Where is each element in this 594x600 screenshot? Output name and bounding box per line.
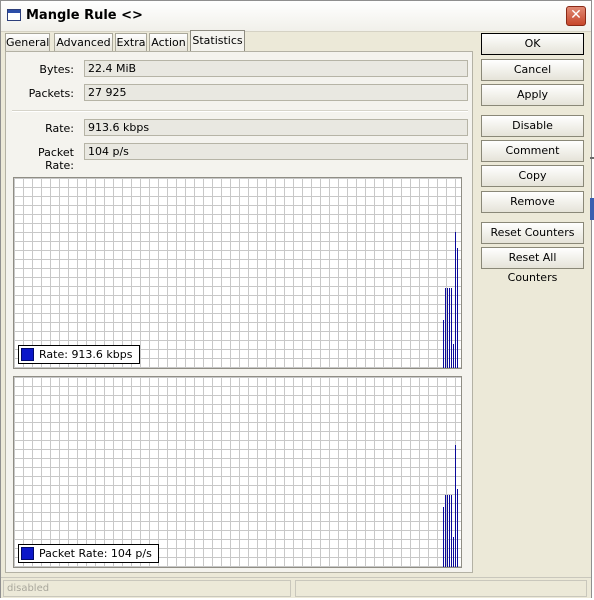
bytes-field: 22.4 MiB [84, 60, 468, 77]
tab-extra[interactable]: Extra [115, 33, 147, 51]
packet-rate-bar [443, 507, 444, 567]
status-info [295, 580, 587, 597]
background-fragment [590, 198, 594, 220]
close-icon: ✕ [570, 7, 582, 23]
rate-legend-swatch [21, 348, 34, 361]
status-bar: disabled [1, 577, 591, 598]
packet-rate-graph: Packet Rate: 104 p/s [13, 376, 462, 568]
window-title: Mangle Rule <> [26, 8, 143, 23]
packets-field: 27 925 [84, 84, 468, 101]
apply-button[interactable]: Apply [481, 84, 584, 106]
packet-rate-legend-value: 104 p/s [110, 547, 152, 560]
packet-rate-bar [457, 489, 458, 567]
rate-bar [453, 344, 454, 368]
packets-label: Packets: [28, 87, 74, 100]
rate-bar [445, 288, 446, 368]
mangle-rule-window: Mangle Rule <> ✕ General Advanced Extra … [0, 0, 592, 598]
bytes-label: Bytes: [39, 63, 74, 76]
rate-graph: Rate: 913.6 kbps [13, 177, 462, 369]
rate-bar [449, 288, 450, 368]
rate-field: 913.6 kbps [84, 119, 468, 136]
rate-legend: Rate: 913.6 kbps [18, 345, 140, 364]
title-bar[interactable]: Mangle Rule <> ✕ [1, 1, 591, 32]
tab-statistics[interactable]: Statistics [190, 30, 245, 52]
rate-bar [447, 288, 448, 368]
rate-bar [457, 248, 458, 368]
packet-rate-bar [447, 495, 448, 567]
reset-all-counters-button[interactable]: Reset All Counters [481, 247, 584, 284]
packet-rate-bar [455, 445, 456, 567]
tab-action[interactable]: Action [149, 33, 188, 51]
tab-general[interactable]: General [5, 33, 50, 51]
separator [12, 110, 468, 112]
packet-rate-label: Packet Rate: [38, 146, 74, 172]
rate-label: Rate: [45, 122, 74, 135]
rate-bar [443, 320, 444, 368]
rate-bar [455, 232, 456, 368]
status-state: disabled [3, 580, 291, 597]
rate-legend-label: Rate: [39, 348, 68, 361]
packet-rate-legend-swatch [21, 547, 34, 560]
rate-bar [451, 288, 452, 368]
tab-advanced[interactable]: Advanced [54, 33, 113, 51]
packet-rate-legend-label: Packet Rate: [39, 547, 108, 560]
disable-button[interactable]: Disable [481, 115, 584, 137]
packet-rate-bar [449, 495, 450, 567]
window-icon [7, 9, 21, 21]
packet-rate-bar [451, 495, 452, 567]
cancel-button[interactable]: Cancel [481, 59, 584, 81]
packet-rate-bar [445, 495, 446, 567]
packet-rate-legend: Packet Rate: 104 p/s [18, 544, 159, 563]
packet-rate-bar [453, 537, 454, 567]
background-fragment [590, 157, 594, 159]
comment-button[interactable]: Comment [481, 140, 584, 162]
rate-legend-value: 913.6 kbps [71, 348, 133, 361]
close-button[interactable]: ✕ [566, 6, 586, 26]
reset-counters-button[interactable]: Reset Counters [481, 222, 584, 244]
remove-button[interactable]: Remove [481, 191, 584, 213]
copy-button[interactable]: Copy [481, 165, 584, 187]
packet-rate-field: 104 p/s [84, 143, 468, 160]
ok-button[interactable]: OK [481, 33, 584, 55]
